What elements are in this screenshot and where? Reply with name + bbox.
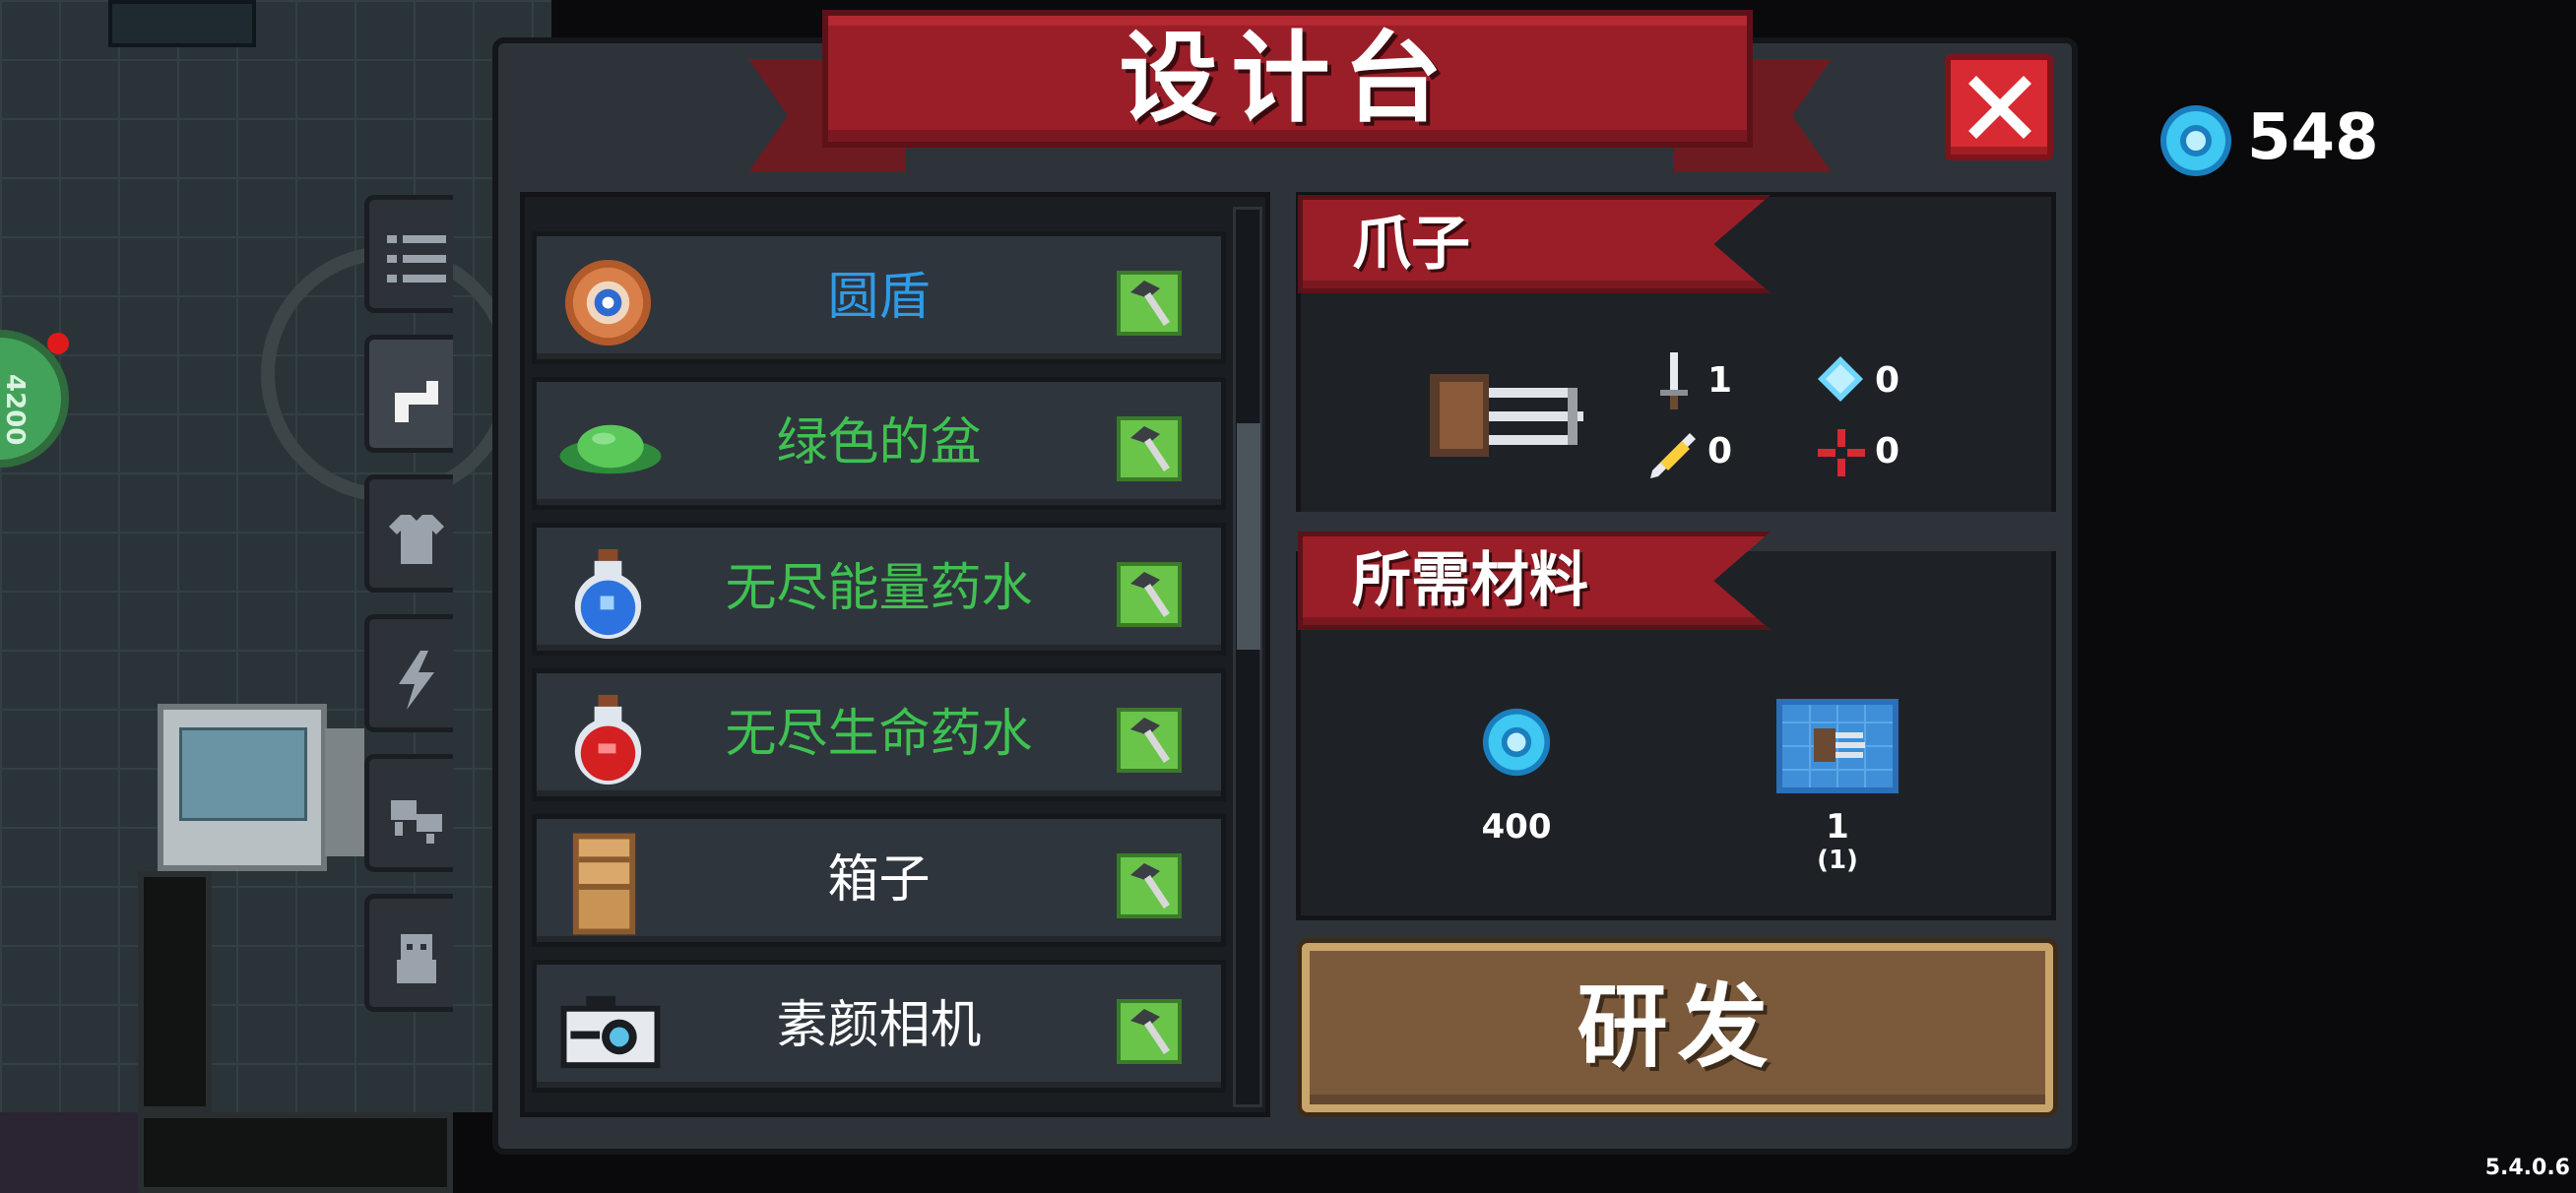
computer-terminal <box>158 704 327 871</box>
accuracy-value: 0 <box>1875 431 1900 471</box>
craft-button[interactable] <box>1117 271 1182 336</box>
energy-value: 0 <box>1875 360 1900 401</box>
blue-potion-icon <box>574 548 642 640</box>
crate-icon <box>572 833 636 935</box>
page-title: 设计台 <box>1119 21 1456 136</box>
item-label: 绿色的盆 <box>776 413 982 472</box>
craft-button[interactable] <box>1117 999 1182 1064</box>
list-item[interactable]: 素颜相机 <box>532 960 1226 1093</box>
item-name: 爪子 <box>1352 210 1470 279</box>
list-item[interactable]: 圆盾 <box>532 231 1226 364</box>
gem-icon <box>1482 708 1551 777</box>
list-scrollbar[interactable] <box>1233 207 1262 1107</box>
craft-button[interactable] <box>1117 416 1182 481</box>
terminal-side <box>325 728 364 856</box>
craft-button[interactable] <box>1117 562 1182 627</box>
item-label: 无尽能量药水 <box>725 559 1033 618</box>
round-shield-icon <box>564 259 652 346</box>
list-item[interactable]: 无尽能量药水 <box>532 523 1226 656</box>
blueprint-owned: (1) <box>1817 846 1858 875</box>
item-label: 素颜相机 <box>776 996 982 1055</box>
hammer-icon <box>1130 1009 1170 1054</box>
notification-dot <box>47 333 69 354</box>
pet-icon <box>391 800 442 844</box>
red-potion-icon <box>574 694 642 785</box>
tab-armor[interactable] <box>364 474 453 593</box>
badge-number: 4200 <box>0 374 30 446</box>
tab-list[interactable] <box>364 195 453 313</box>
shirt-icon <box>389 515 444 564</box>
energy-icon <box>1818 356 1863 402</box>
hammer-icon <box>1130 281 1170 326</box>
tab-weapons[interactable] <box>364 335 453 453</box>
item-label: 箱子 <box>827 850 931 910</box>
damage-value: 1 <box>1707 360 1733 401</box>
tab-skills[interactable] <box>364 614 453 732</box>
floor-shadow <box>0 1112 138 1193</box>
list-item[interactable]: 无尽生命药水 <box>532 668 1226 801</box>
terminal-screen <box>179 727 307 821</box>
blueprint-icon <box>1776 699 1899 793</box>
hammer-icon <box>1130 863 1170 909</box>
crit-value: 0 <box>1707 431 1733 471</box>
gem-icon <box>2160 105 2231 176</box>
list-item[interactable]: 箱子 <box>532 814 1226 947</box>
close-button[interactable] <box>1945 54 2053 160</box>
materials-heading: 所需材料 <box>1352 546 1588 615</box>
item-label: 圆盾 <box>827 268 931 327</box>
hammer-icon <box>1130 426 1170 471</box>
hammer-icon <box>1130 572 1170 617</box>
gem-cost: 400 <box>1481 807 1552 847</box>
scrollbar-thumb[interactable] <box>1237 423 1260 650</box>
camera-icon <box>560 995 661 1069</box>
list-icon <box>387 235 446 283</box>
character-icon <box>397 934 436 983</box>
list-item[interactable]: 绿色的盆 <box>532 377 1226 510</box>
crit-icon <box>1650 433 1696 478</box>
dark-counter <box>138 1112 453 1193</box>
tab-characters[interactable] <box>364 894 453 1012</box>
research-button-label: 研发 <box>1577 974 1778 1080</box>
close-icon <box>1968 76 2031 139</box>
craft-button[interactable] <box>1117 853 1182 918</box>
crosshair-icon <box>1818 429 1865 476</box>
hammer-icon <box>1130 718 1170 763</box>
green-basin-icon <box>559 424 662 474</box>
gem-count: 548 <box>2247 101 2379 174</box>
sword-icon <box>1660 352 1688 409</box>
wall-console <box>108 0 256 47</box>
dungeon-floor <box>0 0 551 1112</box>
tab-pets[interactable] <box>364 754 453 872</box>
claw-weapon-icon <box>1430 374 1583 457</box>
version-label: 5.4.0.6 <box>2484 1156 2570 1180</box>
gun-icon <box>395 381 438 422</box>
item-label: 无尽生命药水 <box>725 705 1033 764</box>
lightning-icon <box>399 651 434 710</box>
dark-cabinet <box>138 871 212 1112</box>
craft-button[interactable] <box>1117 708 1182 773</box>
